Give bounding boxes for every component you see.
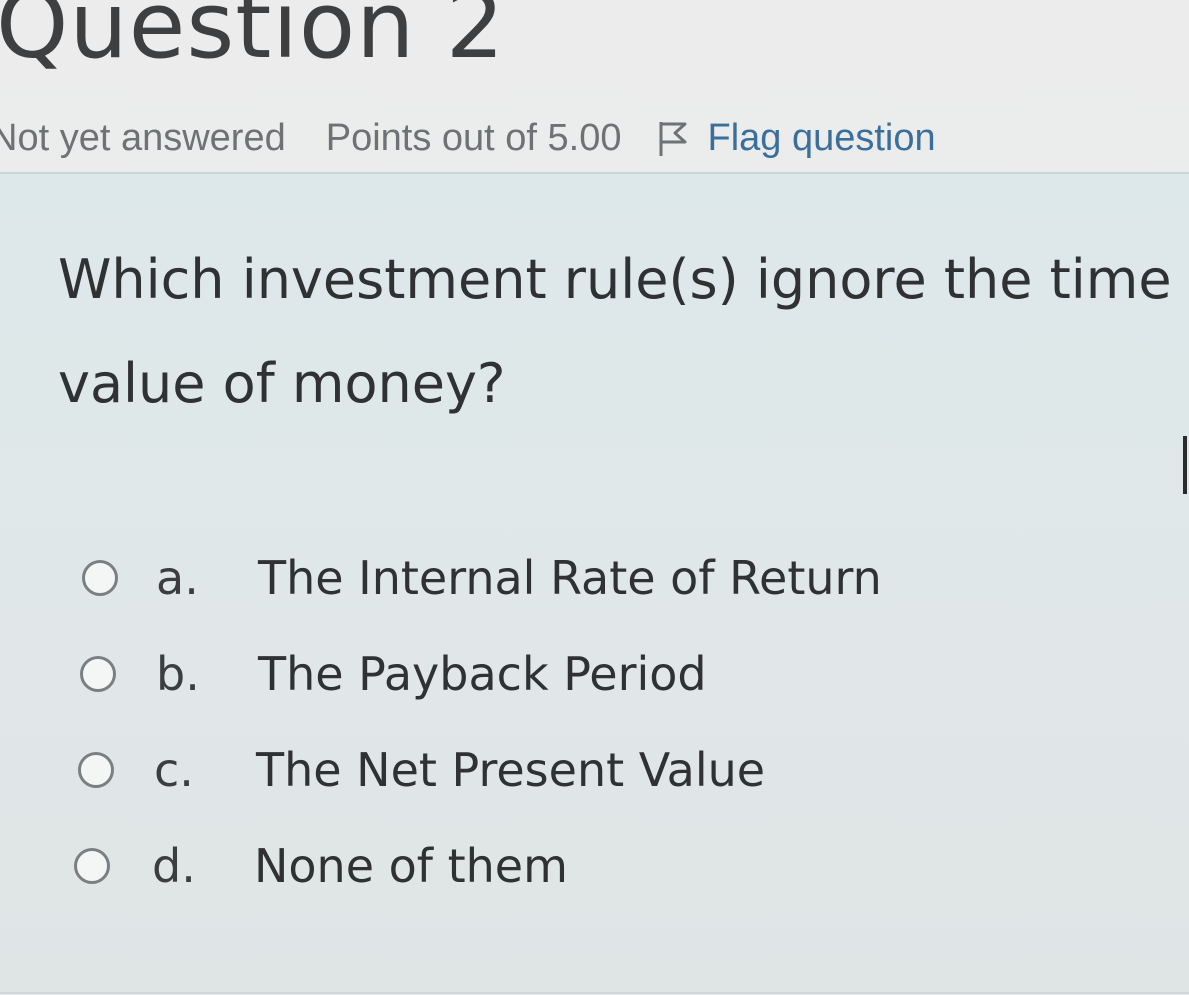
quiz-page: Question 2 Not yet answered Points out o… [0,0,1189,995]
answer-option-a[interactable]: a. The Internal Rate of Return [82,530,902,626]
answer-option-c[interactable]: c. The Net Present Value [78,722,898,818]
answer-label: None of them [254,839,568,893]
question-text: Which investment rule(s) ignore the time… [58,248,1172,415]
radio-button-d[interactable] [74,848,110,884]
answer-label: The Net Present Value [256,743,766,797]
answer-label: The Internal Rate of Return [258,551,882,605]
answer-letter: d. [152,839,196,893]
flag-question-label: Flag question [707,116,936,159]
scroll-indicator [1183,436,1187,494]
question-title: Question 2 [0,0,506,79]
answer-option-d[interactable]: d. None of them [74,818,894,914]
points-info: Points out of 5.00 [325,116,622,159]
question-meta: Not yet answered Points out of 5.00 Flag… [0,114,936,162]
answer-letter: b. [156,647,200,701]
answer-status: Not yet answered [0,116,286,159]
radio-button-b[interactable] [80,656,116,692]
flag-icon [655,118,689,158]
radio-button-c[interactable] [78,752,114,788]
answer-letter: a. [156,551,199,605]
flag-question-link[interactable]: Flag question [655,116,936,160]
answer-label: The Payback Period [258,647,707,701]
answer-option-b[interactable]: b. The Payback Period [80,626,900,722]
radio-button-a[interactable] [82,560,118,596]
answer-letter: c. [154,743,194,797]
